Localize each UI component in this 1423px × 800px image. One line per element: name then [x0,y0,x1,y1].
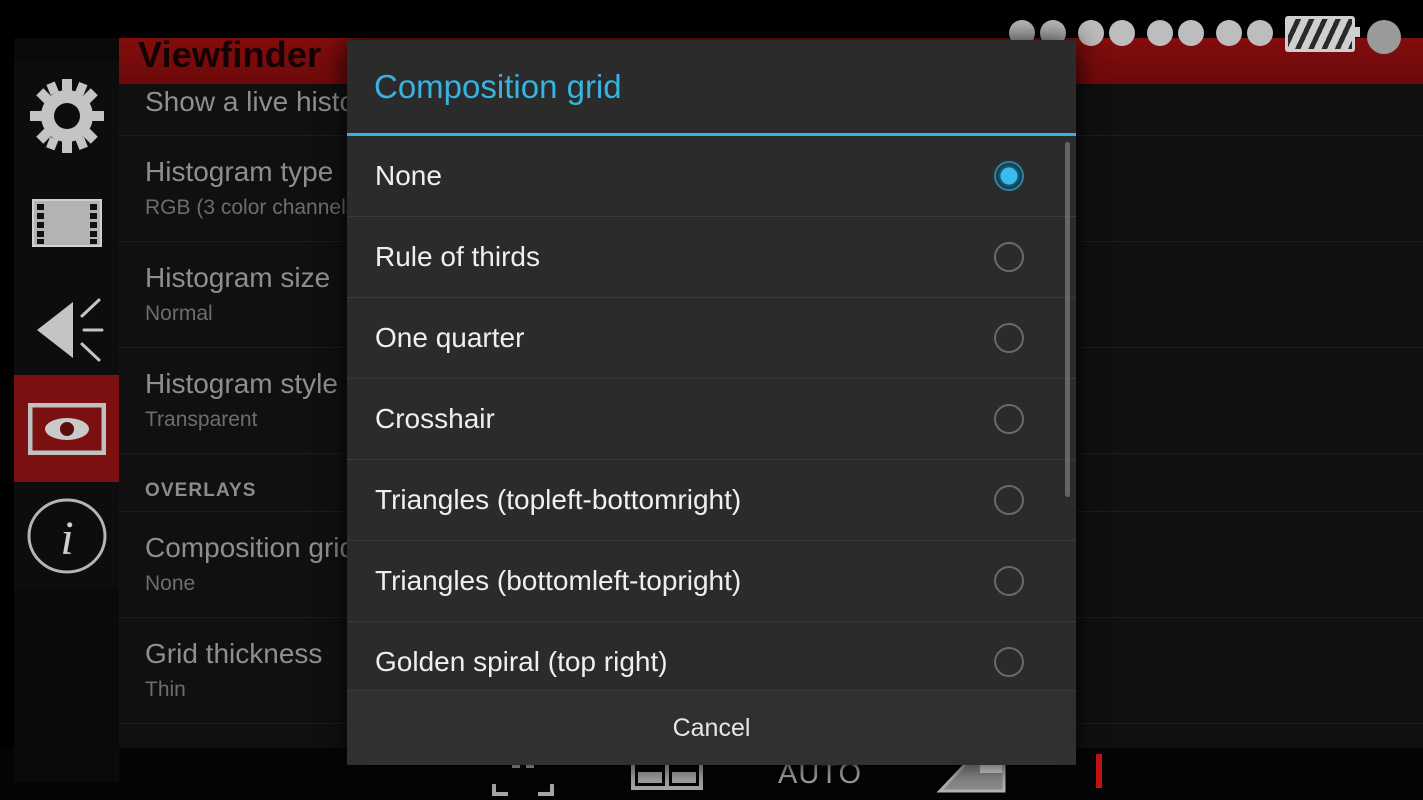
circle-indicator-icon [1367,20,1401,54]
sidebar-item-viewfinder[interactable] [14,375,119,482]
dialog-option-label: Rule of thirds [375,241,540,272]
dialog-option-label: Triangles (topleft-bottomright) [375,484,742,515]
cancel-button[interactable]: Cancel [673,714,751,743]
dialog-option-label: One quarter [375,322,525,353]
dialog-options-list[interactable]: None Rule of thirds One quarter Crosshair Tr… [347,136,1076,690]
settings-section-label: OVERLAYS [145,480,257,501]
sidebar-item-settings[interactable] [14,62,119,169]
sidebar: i [14,14,119,782]
dialog-footer: Cancel [347,690,1076,765]
dialog-title: Composition grid [347,40,1076,136]
signal-dots-icon-2 [1078,20,1135,46]
flash-speaker-icon [36,298,103,361]
dialog-option-label: None [375,160,442,191]
radio-button-selected[interactable] [994,161,1024,191]
radio-button[interactable] [994,323,1024,353]
radio-button[interactable] [994,647,1024,677]
battery-icon [1285,16,1360,52]
composition-grid-dialog: Composition grid None Rule of thirds One q… [347,40,1076,765]
dialog-option-row[interactable]: Triangles (topleft-bottomright) [347,460,1076,541]
radio-button[interactable] [994,404,1024,434]
signal-dots-icon-3 [1147,20,1204,46]
signal-dots-icon-4 [1216,20,1273,46]
dialog-option-label: Triangles (bottomleft-topright) [375,565,742,596]
dialog-option-row[interactable]: Golden spiral (top right) [347,622,1076,690]
dialog-option-label: Crosshair [375,403,495,434]
sidebar-item-flash[interactable] [14,276,119,383]
camera-settings-screen: Viewfinder Show a live histogram Histogra… [0,0,1423,800]
status-bar [0,0,1423,54]
dialog-option-row[interactable]: One quarter [347,298,1076,379]
film-strip-icon [31,198,102,247]
record-indicator [1096,754,1102,788]
dialog-option-label: Golden spiral (top right) [375,646,668,677]
dialog-option-row[interactable]: Triangles (bottomleft-topright) [347,541,1076,622]
radio-button[interactable] [994,485,1024,515]
gear-icon [29,78,104,153]
eye-icon [27,402,106,455]
dialog-scrollbar[interactable] [1065,142,1070,497]
page-title: Viewfinder [138,34,322,75]
sidebar-item-info[interactable]: i [14,482,119,589]
radio-button[interactable] [994,242,1024,272]
radio-button[interactable] [994,566,1024,596]
svg-text:i: i [60,512,73,565]
dialog-option-row[interactable]: Rule of thirds [347,217,1076,298]
dialog-option-row[interactable]: None [347,136,1076,217]
info-icon: i [27,498,106,573]
dialog-option-row[interactable]: Crosshair [347,379,1076,460]
sidebar-item-capture[interactable] [14,169,119,276]
